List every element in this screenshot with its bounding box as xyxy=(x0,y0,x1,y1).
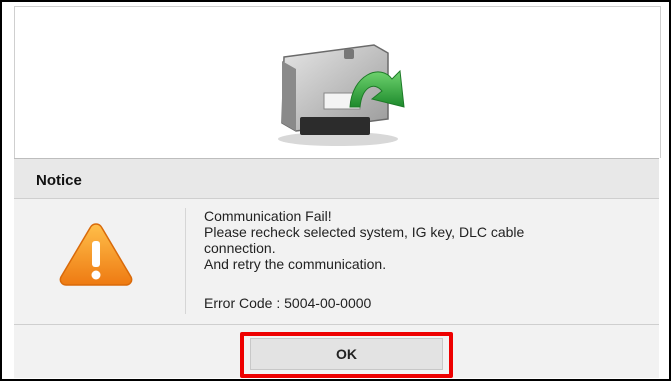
message-line: connection. xyxy=(204,240,276,256)
illustration-panel xyxy=(14,6,661,158)
message-line: Communication Fail! xyxy=(204,208,332,224)
ecu-module-icon xyxy=(278,44,405,146)
dialog-title: Notice xyxy=(36,172,82,189)
message-text: Communication Fail! Please recheck selec… xyxy=(204,208,644,272)
dialog-title-bar: Notice xyxy=(14,158,659,199)
message-line: And retry the communication. xyxy=(204,256,387,272)
warning-icon xyxy=(59,223,133,286)
screenshot-frame: Notice Communication Fail! Please rechec… xyxy=(0,0,671,381)
notice-dialog: Notice Communication Fail! Please rechec… xyxy=(14,158,659,378)
dialog-footer: OK xyxy=(14,324,659,378)
message-line: Please recheck selected system, IG key, … xyxy=(204,224,525,240)
error-code: Error Code : 5004-00-0000 xyxy=(204,295,372,311)
highlight-box xyxy=(240,332,453,378)
dialog-divider xyxy=(185,208,186,314)
